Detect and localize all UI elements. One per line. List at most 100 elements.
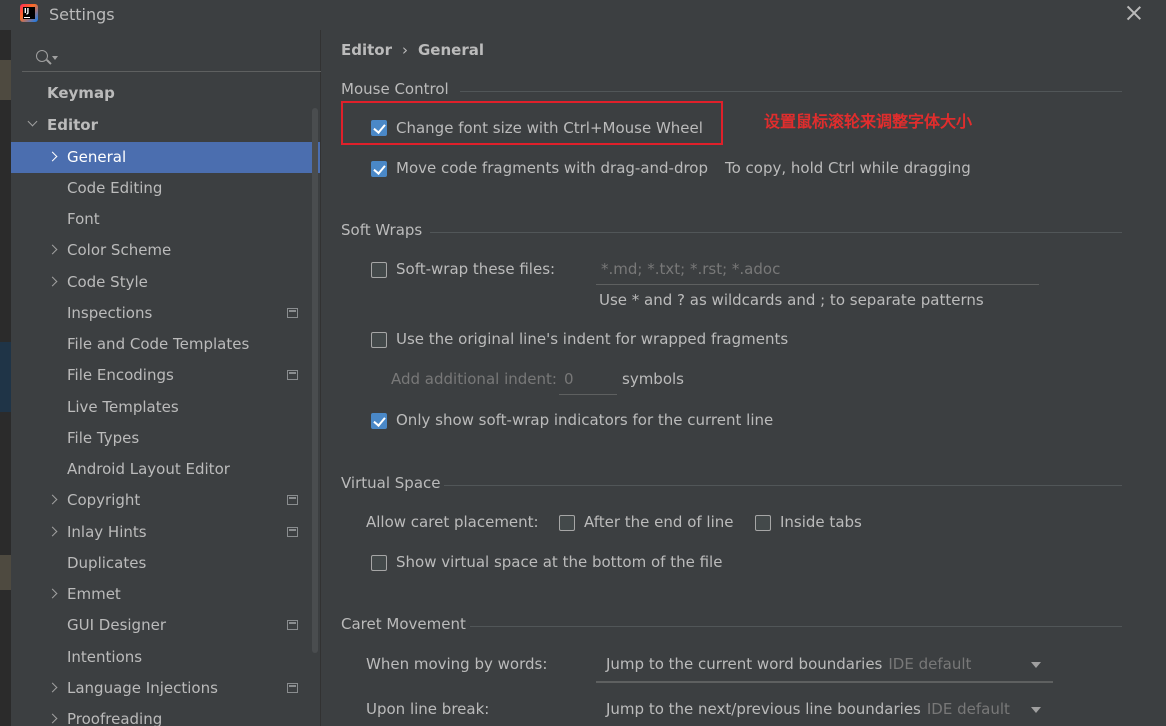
sidebar-item-label: Copyright <box>67 491 141 509</box>
section-title-soft-wraps: Soft Wraps <box>341 221 423 239</box>
line-break-label: Upon line break: <box>366 700 490 718</box>
dropdown-arrow-icon <box>1031 662 1041 668</box>
sidebar-item-inlay-hints[interactable]: Inlay Hints <box>11 517 320 548</box>
project-level-icon <box>287 620 298 630</box>
moving-by-words-dropdown[interactable]: Jump to the current word boundaries IDE d… <box>596 649 1053 683</box>
after-end-of-line-label[interactable]: After the end of line <box>584 513 734 531</box>
sidebar-item-label: Duplicates <box>67 554 147 572</box>
breadcrumb: Editor › General <box>341 41 484 59</box>
wildcard-hint-text: Use * and ? as wildcards and ; to separa… <box>599 291 984 309</box>
dropdown-arrow-icon <box>1031 707 1041 713</box>
dropdown-default-hint: IDE default <box>926 700 1010 718</box>
chevron-right-icon[interactable] <box>47 713 58 724</box>
sidebar-item-label: Android Layout Editor <box>67 460 230 478</box>
after-end-of-line-checkbox[interactable] <box>559 515 575 531</box>
breadcrumb-parent[interactable]: Editor <box>341 41 392 59</box>
copy-hint-text: To copy, hold Ctrl while dragging <box>725 159 971 177</box>
chevron-right-icon[interactable] <box>47 276 58 287</box>
section-title-mouse-control: Mouse Control <box>341 80 449 98</box>
dropdown-selected-value: Jump to the current word boundaries <box>606 655 883 673</box>
sidebar-item-label: Language Injections <box>67 679 218 697</box>
dropdown-underline <box>596 681 1053 683</box>
soft-wrap-files-label[interactable]: Soft-wrap these files: <box>396 260 555 278</box>
moving-by-words-label: When moving by words: <box>366 655 548 673</box>
sidebar-scrollbar[interactable] <box>312 108 318 653</box>
sidebar-item-label: Keymap <box>47 84 115 102</box>
sidebar-item-general[interactable]: General <box>11 142 320 173</box>
sidebar-item-color-scheme[interactable]: Color Scheme <box>11 235 320 266</box>
inside-tabs-checkbox[interactable] <box>755 515 771 531</box>
original-indent-checkbox[interactable] <box>371 332 387 348</box>
line-break-dropdown[interactable]: Jump to the next/previous line boundarie… <box>596 694 1053 726</box>
section-divider <box>460 91 1122 92</box>
sidebar-item-label: Code Editing <box>67 179 163 197</box>
sidebar-item-font[interactable]: Font <box>11 204 320 235</box>
only-current-line-label[interactable]: Only show soft-wrap indicators for the c… <box>396 411 773 429</box>
sidebar-item-android-layout-editor[interactable]: Android Layout Editor <box>11 454 320 485</box>
sidebar-item-file-and-code-templates[interactable]: File and Code Templates <box>11 329 320 360</box>
project-level-icon <box>287 683 298 693</box>
breadcrumb-separator: › <box>402 41 408 59</box>
sidebar-item-label: Code Style <box>67 273 148 291</box>
dropdown-selected-value: Jump to the next/previous line boundarie… <box>606 700 921 718</box>
annotation-highlight-box <box>341 101 723 145</box>
dropdown-default-hint: IDE default <box>888 655 972 673</box>
chevron-right-icon[interactable] <box>47 244 58 255</box>
chevron-down-icon[interactable] <box>27 116 38 127</box>
chevron-right-icon[interactable] <box>47 588 58 599</box>
sidebar-item-editor[interactable]: Editor <box>11 110 320 141</box>
section-title-virtual-space: Virtual Space <box>341 474 441 492</box>
symbols-unit-label: symbols <box>622 370 684 388</box>
window-title: Settings <box>49 5 115 24</box>
sidebar-item-label: Intentions <box>67 648 143 666</box>
soft-wrap-files-checkbox[interactable] <box>371 262 387 278</box>
sidebar-item-label: File and Code Templates <box>67 335 250 353</box>
sidebar-item-copyright[interactable]: Copyright <box>11 485 320 516</box>
move-code-fragments-checkbox[interactable] <box>371 161 387 177</box>
project-level-icon <box>287 308 298 318</box>
content-scrollbar[interactable] <box>1158 30 1166 726</box>
dropdown-value: Jump to the current word boundaries IDE d… <box>606 655 971 673</box>
original-indent-label[interactable]: Use the original line's indent for wrapp… <box>396 330 788 348</box>
sidebar-item-keymap[interactable]: Keymap <box>11 78 320 109</box>
title-bar: IJ Settings <box>0 0 1166 30</box>
chevron-right-icon[interactable] <box>47 151 58 162</box>
settings-search-field[interactable] <box>22 42 322 72</box>
sidebar-item-gui-designer[interactable]: GUI Designer <box>11 610 320 641</box>
additional-indent-input[interactable]: 0 <box>564 370 574 388</box>
annotation-text: 设置鼠标滚轮来调整字体大小 <box>764 112 973 131</box>
show-virtual-space-label[interactable]: Show virtual space at the bottom of the … <box>396 553 722 571</box>
project-level-icon <box>287 495 298 505</box>
move-code-fragments-label[interactable]: Move code fragments with drag-and-drop <box>396 159 708 177</box>
intellij-app-icon: IJ <box>20 4 38 22</box>
chevron-right-icon[interactable] <box>47 682 58 693</box>
chevron-right-icon[interactable] <box>47 526 58 537</box>
sidebar-item-language-injections[interactable]: Language Injections <box>11 673 320 704</box>
sidebar-item-live-templates[interactable]: Live Templates <box>11 392 320 423</box>
sidebar-item-intentions[interactable]: Intentions <box>11 642 320 673</box>
additional-indent-underline <box>559 394 617 395</box>
only-current-line-checkbox[interactable] <box>371 413 387 429</box>
sidebar-item-duplicates[interactable]: Duplicates <box>11 548 320 579</box>
sidebar-item-file-encodings[interactable]: File Encodings <box>11 360 320 391</box>
sidebar-item-emmet[interactable]: Emmet <box>11 579 320 610</box>
section-title-caret-movement: Caret Movement <box>341 615 466 633</box>
sidebar-item-inspections[interactable]: Inspections <box>11 298 320 329</box>
allow-caret-label: Allow caret placement: <box>366 513 539 531</box>
background-window-strip <box>0 30 11 726</box>
sidebar-item-label: GUI Designer <box>67 616 166 634</box>
sidebar-item-label: Color Scheme <box>67 241 172 259</box>
sidebar-item-label: Proofreading <box>67 710 163 726</box>
sidebar-item-file-types[interactable]: File Types <box>11 423 320 454</box>
sidebar-item-proofreading[interactable]: Proofreading <box>11 704 320 726</box>
soft-wrap-files-input[interactable]: *.md; *.txt; *.rst; *.adoc <box>601 260 780 278</box>
dropdown-value: Jump to the next/previous line boundarie… <box>606 700 1010 718</box>
close-icon[interactable] <box>1126 5 1142 21</box>
sidebar-item-code-style[interactable]: Code Style <box>11 267 320 298</box>
inside-tabs-label[interactable]: Inside tabs <box>780 513 862 531</box>
show-virtual-space-checkbox[interactable] <box>371 555 387 571</box>
sidebar-item-label: File Types <box>67 429 140 447</box>
sidebar-item-code-editing[interactable]: Code Editing <box>11 173 320 204</box>
sidebar-item-label: Inspections <box>67 304 153 322</box>
chevron-right-icon[interactable] <box>47 494 58 505</box>
